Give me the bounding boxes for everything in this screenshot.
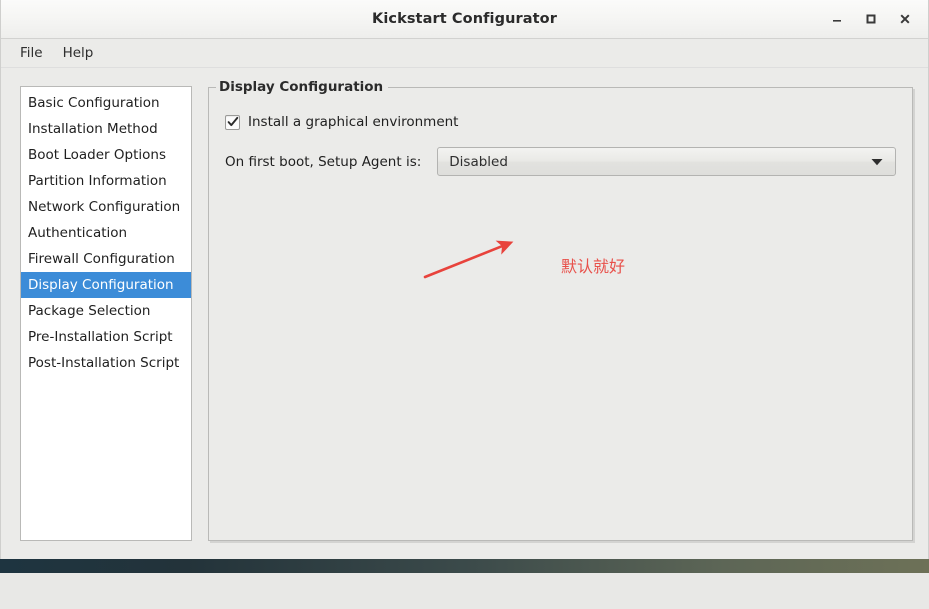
display-configuration-panel: Display Configuration Install a graphica… xyxy=(208,87,913,541)
sidebar-item-basic-configuration[interactable]: Basic Configuration xyxy=(21,90,191,116)
window-controls xyxy=(820,0,922,38)
sidebar-item-partition-information[interactable]: Partition Information xyxy=(21,168,191,194)
desktop-background-strip xyxy=(0,559,929,573)
sidebar-item-authentication[interactable]: Authentication xyxy=(21,220,191,246)
setup-agent-value: Disabled xyxy=(449,154,508,170)
sidebar-item-display-configuration[interactable]: Display Configuration xyxy=(21,272,191,298)
sidebar-item-boot-loader-options[interactable]: Boot Loader Options xyxy=(21,142,191,168)
minimize-button[interactable] xyxy=(820,4,854,34)
panel-title: Display Configuration xyxy=(216,79,388,95)
install-graphical-environment-checkbox[interactable] xyxy=(225,115,240,130)
graphical-environment-row[interactable]: Install a graphical environment xyxy=(225,114,896,130)
close-button[interactable] xyxy=(888,4,922,34)
sidebar-item-package-selection[interactable]: Package Selection xyxy=(21,298,191,324)
sidebar-item-pre-installation-script[interactable]: Pre-Installation Script xyxy=(21,324,191,350)
content-area: Basic Configuration Installation Method … xyxy=(1,68,928,559)
window-title: Kickstart Configurator xyxy=(372,11,557,27)
checkmark-icon xyxy=(227,116,239,128)
title-bar: Kickstart Configurator xyxy=(1,0,928,39)
chevron-down-icon xyxy=(871,158,883,166)
sidebar-item-network-configuration[interactable]: Network Configuration xyxy=(21,194,191,220)
install-graphical-environment-label: Install a graphical environment xyxy=(248,114,458,130)
application-window: Kickstart Configurator File Help xyxy=(0,0,929,559)
sidebar-item-installation-method[interactable]: Installation Method xyxy=(21,116,191,142)
setup-agent-row: On first boot, Setup Agent is: Disabled xyxy=(225,147,896,176)
menu-item-file[interactable]: File xyxy=(10,42,53,64)
sidebar-item-firewall-configuration[interactable]: Firewall Configuration xyxy=(21,246,191,272)
setup-agent-dropdown[interactable]: Disabled xyxy=(437,147,896,176)
menu-bar: File Help xyxy=(1,39,928,68)
setup-agent-label: On first boot, Setup Agent is: xyxy=(225,154,421,170)
section-list[interactable]: Basic Configuration Installation Method … xyxy=(20,86,192,541)
sidebar-item-post-installation-script[interactable]: Post-Installation Script xyxy=(21,350,191,376)
maximize-button[interactable] xyxy=(854,4,888,34)
panel-body: Install a graphical environment On first… xyxy=(209,88,912,176)
menu-item-help[interactable]: Help xyxy=(53,42,104,64)
